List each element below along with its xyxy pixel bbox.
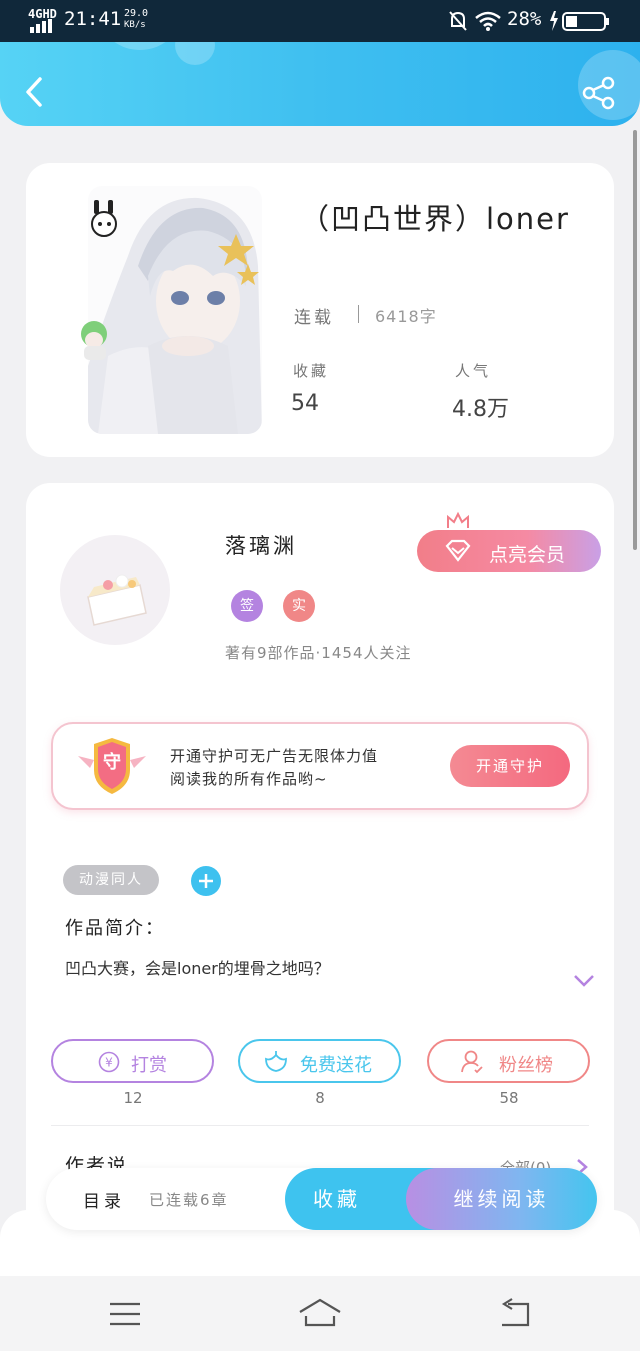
sign-badge: 签 xyxy=(231,590,263,622)
share-button[interactable] xyxy=(582,76,616,114)
popularity-value: 4.8万 xyxy=(452,397,509,422)
add-tag-button[interactable] xyxy=(191,866,221,896)
net-speed: 29.0 xyxy=(124,8,149,19)
chibi-green-sticker-icon xyxy=(81,321,107,360)
crown-icon xyxy=(447,511,469,528)
divider xyxy=(358,305,359,323)
open-guard-button[interactable]: 开通守护 xyxy=(450,745,570,787)
fan-rank-button[interactable]: 粉丝榜 xyxy=(427,1039,590,1083)
collect-count: 54 xyxy=(291,391,319,416)
yen-icon: ¥ xyxy=(98,1051,120,1073)
diamond-icon xyxy=(445,539,471,562)
chibi-sticker-icon xyxy=(91,200,117,237)
vip-button[interactable]: 点亮会员 xyxy=(417,530,601,572)
plus-icon xyxy=(199,874,213,888)
serial-status: 连载 xyxy=(294,308,334,328)
divider xyxy=(51,1125,589,1126)
user-icon xyxy=(461,1050,483,1074)
author-name[interactable]: 落璃渊 xyxy=(225,530,297,560)
fan-count: 58 xyxy=(499,1089,519,1107)
toc-button[interactable]: 目录 xyxy=(83,1187,125,1212)
clock: 21:41 xyxy=(64,8,122,30)
send-flower-label: 免费送花 xyxy=(300,1055,372,1076)
back-nav-icon[interactable] xyxy=(498,1298,532,1328)
home-icon[interactable] xyxy=(298,1298,342,1328)
battery-percent: 28% xyxy=(507,8,542,30)
menu-icon[interactable] xyxy=(108,1301,142,1327)
word-count: 6418字 xyxy=(375,307,437,326)
author-meta: 著有9部作品·1454人关注 xyxy=(225,644,412,662)
intro-heading: 作品简介： xyxy=(65,918,165,939)
popularity-label: 人气 xyxy=(455,362,492,380)
guard-badge-icon: 守 xyxy=(76,736,148,802)
guard-line1: 开通守护可无广告无限体力值 xyxy=(170,747,379,765)
collect-label: 收藏 xyxy=(293,362,330,380)
cake-icon xyxy=(87,574,147,626)
net-speed-unit: KB/s xyxy=(124,20,146,30)
chevron-left-icon xyxy=(26,77,42,107)
scrollbar[interactable] xyxy=(633,130,637,550)
verified-badge: 实 xyxy=(283,590,315,622)
author-avatar[interactable] xyxy=(60,535,170,645)
svg-text:¥: ¥ xyxy=(105,1056,113,1070)
intro-text: 凹凸大赛，会是loner的埋骨之地吗？ xyxy=(65,959,330,978)
flower-icon xyxy=(265,1051,287,1072)
chapter-status: 已连载6章 xyxy=(149,1191,229,1209)
guard-badge-text: 守 xyxy=(103,752,121,773)
status-bar: 4GHD 21:41 29.0 KB/s 28% xyxy=(0,0,640,42)
signal-icon xyxy=(30,19,52,33)
flower-count: 8 xyxy=(315,1089,325,1107)
tag-chip[interactable]: 动漫同人 xyxy=(63,865,159,895)
chevron-down-icon[interactable] xyxy=(573,972,595,988)
reward-button[interactable]: ¥ 打赏 xyxy=(51,1039,214,1083)
book-title: （凹凸世界）loner xyxy=(300,202,570,236)
back-button[interactable] xyxy=(22,76,46,112)
send-flower-button[interactable]: 免费送花 xyxy=(238,1039,401,1083)
share-icon xyxy=(582,76,615,110)
reward-count: 12 xyxy=(123,1089,143,1107)
continue-reading-button[interactable]: 继续阅读 xyxy=(406,1168,597,1230)
battery-icon xyxy=(550,11,609,31)
fan-rank-label: 粉丝榜 xyxy=(499,1055,553,1076)
mute-bell-icon xyxy=(449,11,467,31)
vip-button-label: 点亮会员 xyxy=(489,544,566,566)
wifi-icon xyxy=(475,11,501,31)
reward-label: 打赏 xyxy=(131,1055,167,1076)
guard-line2: 阅读我的所有作品哟~ xyxy=(170,770,328,788)
